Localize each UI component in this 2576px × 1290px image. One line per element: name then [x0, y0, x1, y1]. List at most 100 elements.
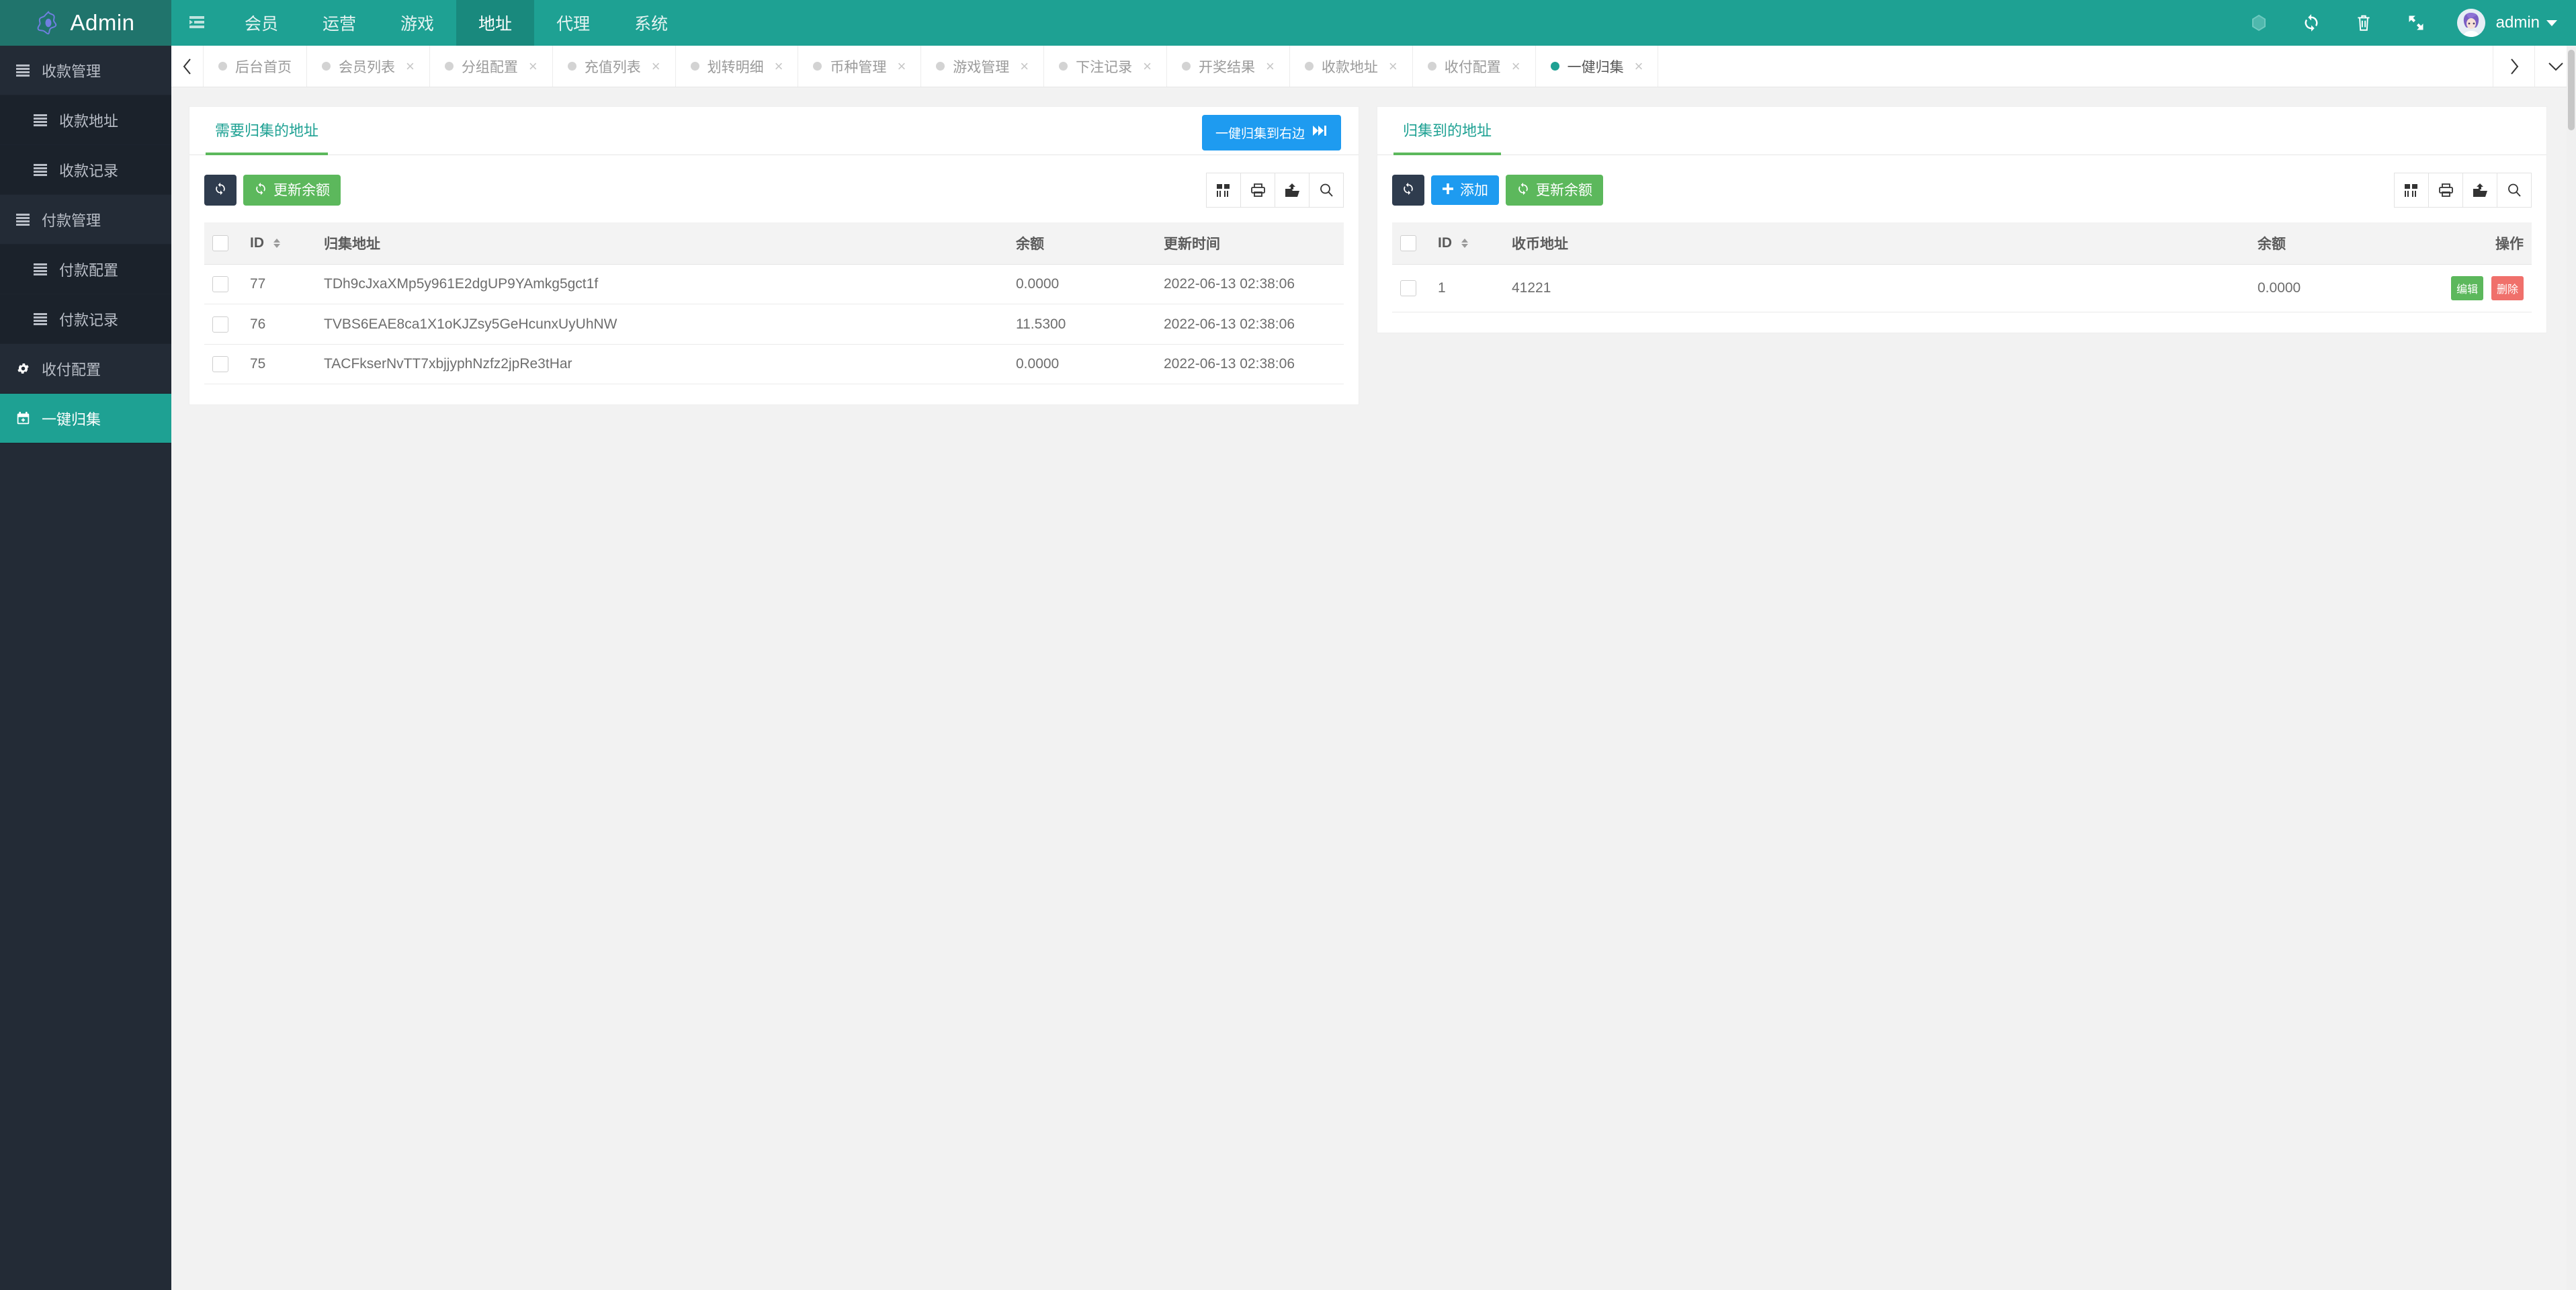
chevron-down-icon [2546, 19, 2557, 26]
columns-icon[interactable] [1206, 173, 1241, 208]
chevron-right-icon[interactable] [2493, 46, 2534, 87]
tab-2[interactable]: 分组配置 × [430, 46, 553, 87]
tab-1[interactable]: 会员列表 × [307, 46, 430, 87]
tab-9[interactable]: 收款地址 × [1290, 46, 1413, 87]
table-row[interactable]: 75 TACFkserNvTT7xbjjyphNzfz2jpRe3tHar 0.… [204, 344, 1344, 385]
table-row[interactable]: 76 TVBS6EAE8ca1X1oKJZsy5GeHcunxUyUhNW 11… [204, 304, 1344, 345]
columns-icon[interactable] [2394, 173, 2429, 208]
row-checkbox-cell [204, 344, 242, 385]
close-icon[interactable]: × [529, 58, 538, 75]
right-update-balance-button[interactable]: 更新余额 [1506, 175, 1603, 206]
left-table: ID 归集地址 余额 更新时间 77 TDh9cJxaXMp5y961E2dgU… [204, 222, 1344, 385]
sidebar-item-7[interactable]: 一键归集 [0, 394, 171, 443]
right-header-balance: 余额 [2249, 222, 2404, 265]
delete-button[interactable]: 删除 [2491, 276, 2524, 300]
sidebar-collapse-icon[interactable] [171, 0, 222, 46]
tab-4[interactable]: 划转明细 × [676, 46, 799, 87]
avatar[interactable] [2456, 9, 2485, 37]
nav-item-4[interactable]: 代理 [534, 0, 612, 46]
export-icon[interactable] [2462, 173, 2497, 208]
sidebar-item-3[interactable]: 付款管理 [0, 195, 171, 245]
row-checkbox-cell [204, 304, 242, 345]
left-update-balance-button[interactable]: 更新余额 [243, 175, 341, 206]
nav-item-1[interactable]: 运营 [300, 0, 378, 46]
close-icon[interactable]: × [1635, 58, 1643, 75]
left-refresh-button[interactable] [204, 175, 237, 206]
tab-8[interactable]: 开奖结果 × [1167, 46, 1290, 87]
tab-0[interactable]: 后台首页 [204, 46, 307, 87]
sidebar-item-4[interactable]: 付款配置 [0, 245, 171, 294]
right-header-actions: 操作 [2404, 222, 2532, 265]
row-checkbox[interactable] [1400, 280, 1416, 297]
tab-7[interactable]: 下注记录 × [1044, 46, 1168, 87]
row-balance: 0.0000 [1008, 344, 1156, 385]
tab-6[interactable]: 游戏管理 × [921, 46, 1045, 87]
close-icon[interactable]: × [406, 58, 415, 75]
sort-icon [273, 239, 280, 249]
left-header-id[interactable]: ID [242, 222, 316, 265]
chevron-left-icon[interactable] [171, 46, 204, 87]
right-update-balance-label: 更新余额 [1536, 182, 1592, 198]
select-all-checkbox[interactable] [1400, 235, 1416, 252]
tab-5[interactable]: 币种管理 × [798, 46, 922, 87]
row-checkbox[interactable] [212, 316, 228, 333]
right-panel: 归集到的地址 添加 更新余额 ID 收币地址 余额 操作 1 41221 0.0… [1377, 106, 2547, 333]
close-icon[interactable]: × [1143, 58, 1152, 75]
sidebar-item-1[interactable]: 收款地址 [0, 95, 171, 145]
edit-button[interactable]: 编辑 [2451, 276, 2484, 300]
nav-item-3[interactable]: 地址 [456, 0, 535, 46]
tab-status-dot [936, 62, 945, 71]
add-button[interactable]: 添加 [1431, 175, 1499, 205]
user-menu[interactable]: admin [2496, 13, 2557, 32]
fullscreen-icon[interactable] [2390, 0, 2442, 46]
collect-to-right-button[interactable]: 一健归集到右边 [1201, 115, 1341, 150]
close-icon[interactable]: × [1389, 58, 1398, 75]
row-checkbox[interactable] [212, 356, 228, 373]
tab-10[interactable]: 收付配置 × [1413, 46, 1536, 87]
close-icon[interactable]: × [775, 58, 783, 75]
sidebar-item-label: 一键归集 [42, 411, 101, 428]
sidebar-item-2[interactable]: 收款记录 [0, 145, 171, 195]
nav-item-5[interactable]: 系统 [612, 0, 690, 46]
right-header-id[interactable]: ID [1430, 222, 1504, 265]
sidebar-item-label: 收款记录 [59, 162, 119, 179]
right-refresh-button[interactable] [1392, 175, 1424, 206]
close-icon[interactable]: × [897, 58, 906, 75]
refresh-icon[interactable] [2285, 0, 2337, 46]
search-icon[interactable] [1309, 173, 1344, 208]
sidebar-item-6[interactable]: 收付配置 [0, 344, 171, 394]
nav-item-0[interactable]: 会员 [222, 0, 300, 46]
nav-item-2[interactable]: 游戏 [378, 0, 456, 46]
close-icon[interactable]: × [1020, 58, 1029, 75]
sidebar-item-label: 付款配置 [59, 261, 119, 279]
tab-status-dot [813, 62, 822, 71]
tab-11[interactable]: 一健归集 × [1536, 46, 1659, 87]
tab-need-collect-address[interactable]: 需要归集的地址 [206, 107, 329, 155]
print-icon[interactable] [1240, 173, 1275, 208]
trash-icon[interactable] [2337, 0, 2390, 46]
brand-logo-area[interactable]: Admin [0, 0, 171, 46]
tab-collected-address[interactable]: 归集到的地址 [1393, 107, 1502, 155]
close-icon[interactable]: × [652, 58, 660, 75]
left-update-balance-label: 更新余额 [273, 182, 330, 198]
theme-icon[interactable] [2233, 0, 2285, 46]
select-all-checkbox[interactable] [212, 235, 228, 252]
print-icon[interactable] [2428, 173, 2463, 208]
row-id: 1 [1430, 264, 1504, 312]
sidebar-item-0[interactable]: 收款管理 [0, 46, 171, 95]
export-icon[interactable] [1275, 173, 1310, 208]
sidebar-item-5[interactable]: 付款记录 [0, 294, 171, 344]
search-icon[interactable] [2497, 173, 2532, 208]
tab-bar-controls [2493, 46, 2576, 87]
page-scrollbar-thumb[interactable] [2568, 50, 2575, 130]
page-scrollbar-track[interactable] [2567, 46, 2576, 1290]
right-table-head: ID 收币地址 余额 操作 [1392, 222, 2532, 265]
row-checkbox[interactable] [212, 276, 228, 293]
close-icon[interactable]: × [1266, 58, 1275, 75]
close-icon[interactable]: × [1512, 58, 1520, 75]
tab-3[interactable]: 充值列表 × [553, 46, 676, 87]
tab-label: 币种管理 [830, 59, 887, 75]
table-row[interactable]: 77 TDh9cJxaXMp5y961E2dgUP9YAmkg5gct1f 0.… [204, 264, 1344, 305]
table-row[interactable]: 1 41221 0.0000 编辑 删除 [1392, 264, 2532, 312]
row-id: 76 [242, 304, 316, 345]
